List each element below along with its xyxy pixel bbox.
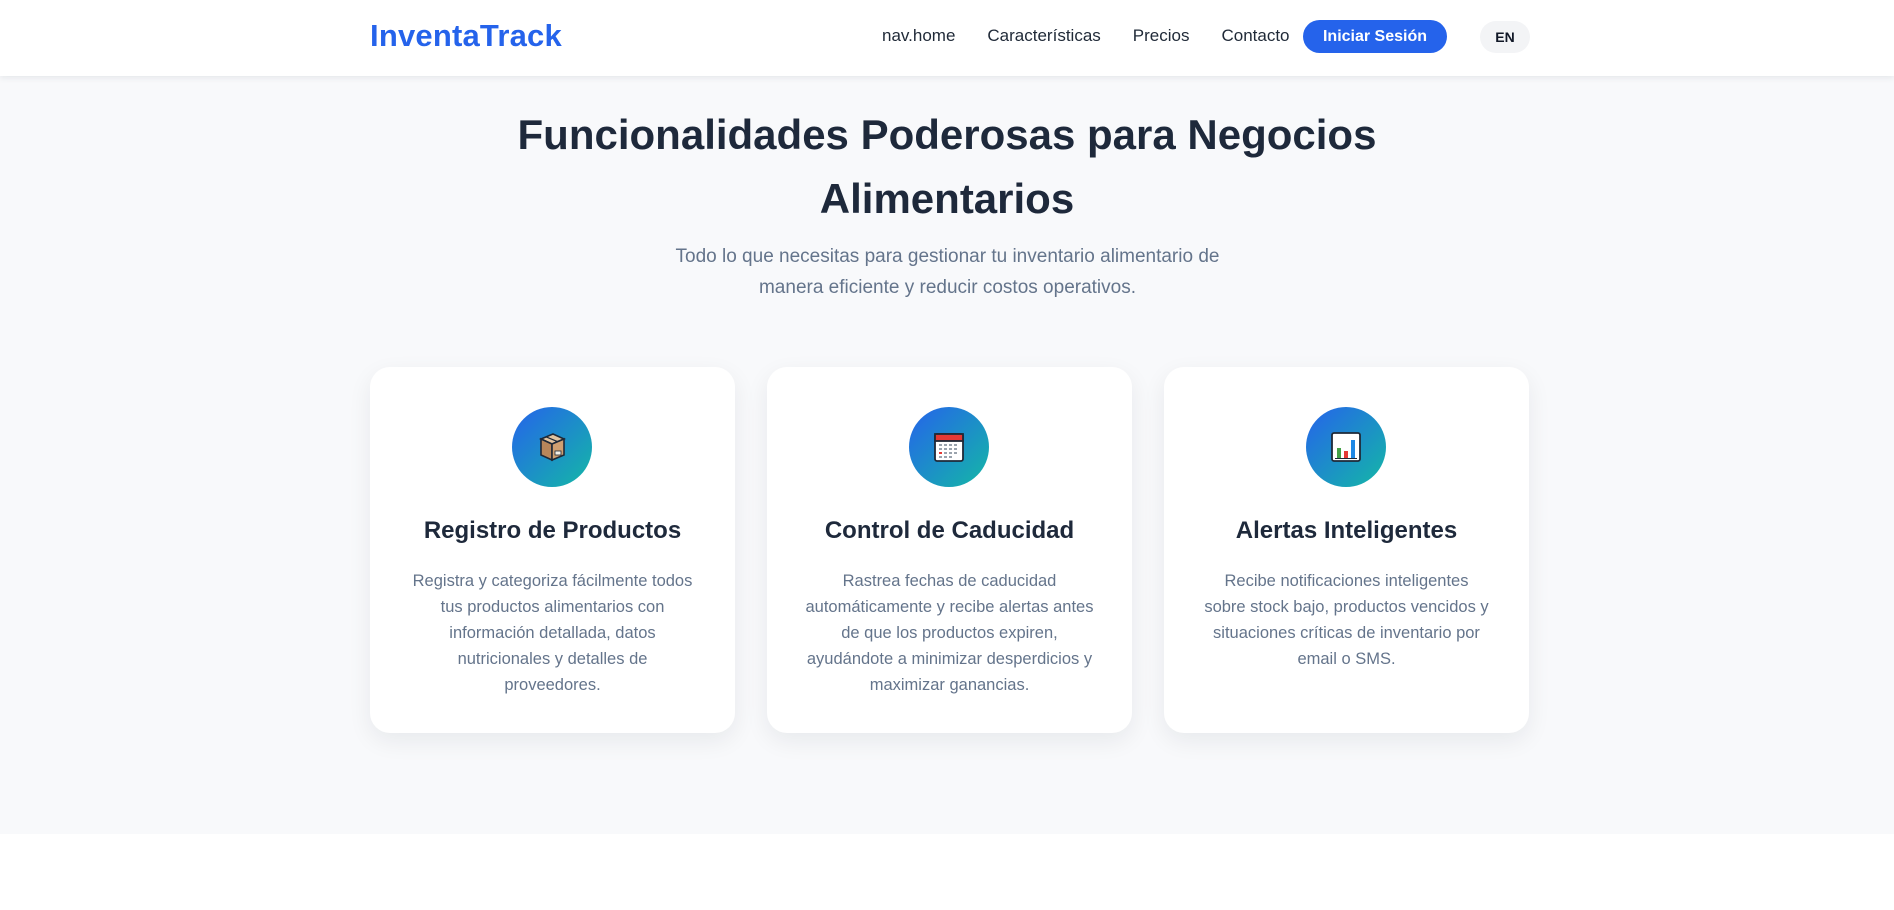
section-subtitle: Todo lo que necesitas para gestionar tu … bbox=[675, 246, 1220, 298]
feature-card-description: Rastrea fechas de caducidad automáticame… bbox=[805, 572, 1094, 694]
nav-link-pricing[interactable]: Precios bbox=[1133, 26, 1190, 46]
nav-link-contact[interactable]: Contacto bbox=[1221, 26, 1289, 46]
feature-card-smart-alerts[interactable]: Alertas Inteligentes Recibe notificacion… bbox=[1164, 367, 1529, 733]
brand-logo[interactable]: InventaTrack bbox=[370, 18, 562, 54]
feature-card-title: Alertas Inteligentes bbox=[1235, 517, 1458, 544]
feature-card-title: Control de Caducidad bbox=[824, 517, 1075, 544]
features-section: Funcionalidades Poderosas para Negocios … bbox=[0, 76, 1894, 834]
top-navbar: InventaTrack nav.home Características Pr… bbox=[0, 0, 1894, 76]
calendar-icon bbox=[909, 407, 989, 487]
feature-card-description: Registra y categoriza fácilmente todos t… bbox=[412, 572, 693, 694]
feature-card-title: Registro de Productos bbox=[423, 517, 682, 544]
login-button[interactable]: Iniciar Sesión bbox=[1303, 20, 1447, 53]
bar-chart-icon bbox=[1306, 407, 1386, 487]
feature-card-description: Recibe notificaciones inteligentes sobre… bbox=[1204, 572, 1489, 668]
nav-link-home[interactable]: nav.home bbox=[882, 26, 955, 46]
section-title: Funcionalidades Poderosas para Negocios … bbox=[517, 111, 1377, 222]
package-icon bbox=[512, 407, 592, 487]
nav-link-features[interactable]: Características bbox=[987, 26, 1100, 46]
feature-card-product-registry[interactable]: Registro de Productos Registra y categor… bbox=[370, 367, 735, 733]
language-toggle-button[interactable]: EN bbox=[1480, 21, 1530, 53]
main-nav: nav.home Características Precios Contact… bbox=[882, 26, 1290, 46]
feature-card-expiry-control[interactable]: Control de Caducidad Rastrea fechas de c… bbox=[767, 367, 1132, 733]
